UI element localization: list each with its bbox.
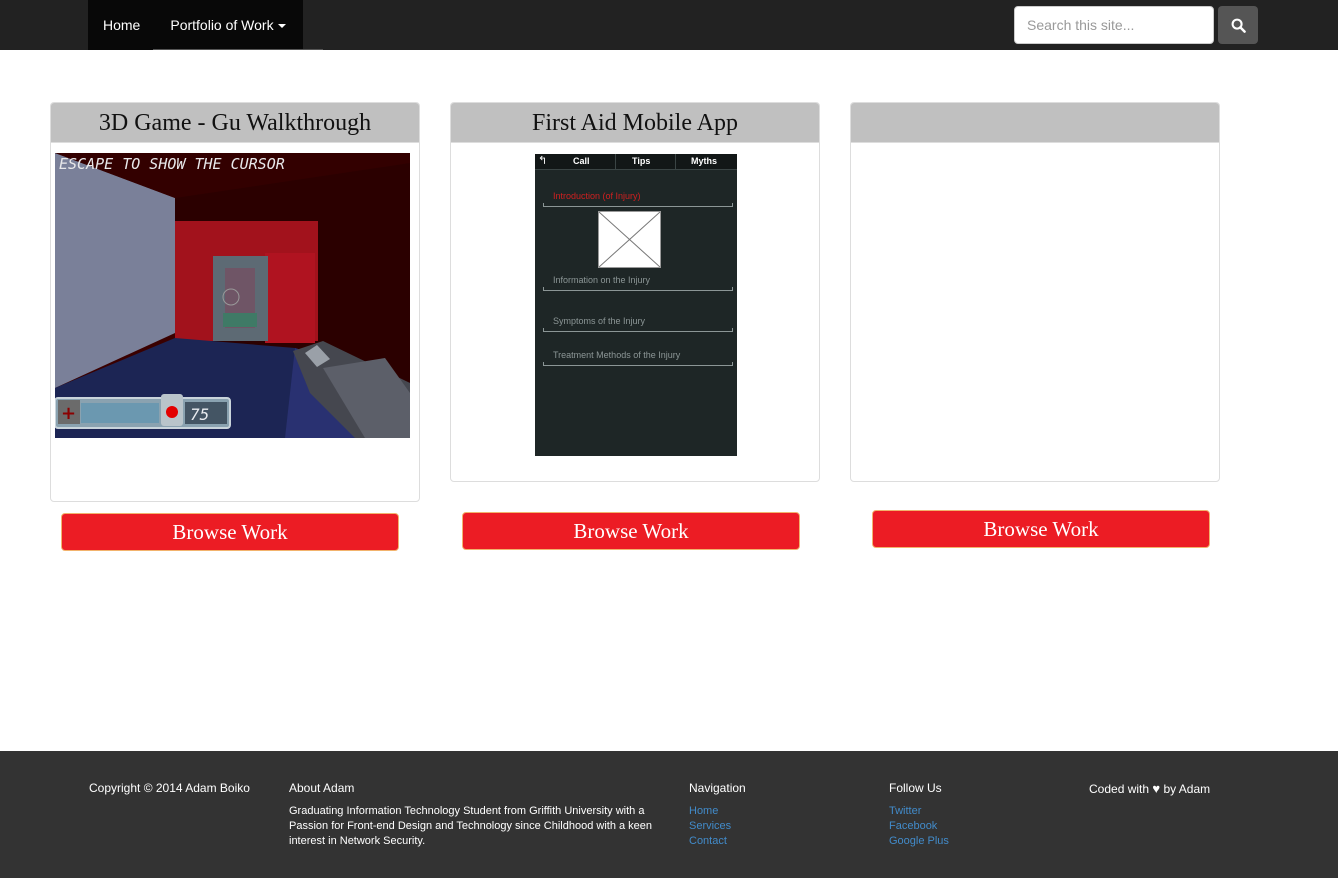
card-title: First Aid Mobile App [451, 103, 819, 143]
tab-divider [675, 154, 676, 170]
footer-link-twitter[interactable]: Twitter [889, 804, 949, 819]
app-section-label: Symptoms of the Injury [553, 316, 646, 326]
app-section-underline [543, 287, 733, 291]
browse-work-button[interactable]: Browse Work [872, 510, 1210, 548]
image-placeholder [598, 211, 661, 268]
tab-divider [615, 154, 616, 170]
search-icon [1231, 18, 1246, 33]
about-text: Graduating Information Technology Studen… [289, 805, 653, 847]
app-tab: Call [573, 156, 590, 166]
coded-suffix: by Adam [1163, 782, 1211, 796]
game-overlay-text: ESCAPE TO SHOW THE CURSOR [59, 155, 285, 173]
app-screenshot: ↰ Call Tips Myths Introduction (of Injur… [535, 154, 737, 456]
site-footer: Copyright © 2014 Adam Boiko About Adam G… [0, 751, 1338, 878]
footer-link-home[interactable]: Home [689, 804, 731, 819]
footer-nav-list: Home Services Contact [689, 804, 731, 849]
app-section-label: Introduction (of Injury) [553, 191, 641, 201]
search-button[interactable] [1218, 6, 1258, 44]
app-section-label: Treatment Methods of the Injury [553, 350, 681, 360]
browse-work-button[interactable]: Browse Work [61, 513, 399, 551]
app-tab: Myths [691, 156, 718, 166]
top-navbar: Home Portfolio of Work [0, 0, 1338, 50]
about-title: About Adam [289, 781, 355, 795]
app-section-underline [543, 362, 733, 366]
app-tab: Tips [632, 156, 651, 166]
nav-menu: Home Portfolio of Work [88, 0, 303, 50]
card-title: 3D Game - Gu Walkthrough [51, 103, 419, 143]
nav-portfolio-dropdown[interactable]: Portfolio of Work [155, 0, 300, 50]
coded-with-text: Coded with ♥ by Adam [1089, 781, 1210, 796]
portfolio-card-empty [850, 102, 1220, 482]
nav-home-label: Home [103, 17, 141, 33]
app-section-underline [543, 203, 733, 207]
navigation-title: Navigation [689, 781, 746, 795]
search-input[interactable] [1014, 6, 1214, 44]
nav-portfolio-label: Portfolio of Work [170, 17, 274, 33]
game-ammo-counter: 75 [190, 405, 209, 424]
follow-title: Follow Us [889, 781, 942, 795]
app-section-underline [543, 328, 733, 332]
nav-home-link[interactable]: Home [88, 0, 155, 50]
footer-link-services[interactable]: Services [689, 819, 731, 834]
portfolio-card-first-aid: First Aid Mobile App ↰ Call Tips Myths I… [450, 102, 820, 482]
footer-link-facebook[interactable]: Facebook [889, 819, 949, 834]
social-links-list: Twitter Facebook Google Plus [889, 804, 949, 849]
nav-divider [153, 49, 323, 50]
coded-prefix: Coded with [1089, 782, 1150, 796]
footer-link-google-plus[interactable]: Google Plus [889, 834, 949, 849]
caret-down-icon [277, 24, 286, 29]
app-section-label: Information on the Injury [553, 275, 651, 285]
heart-icon: ♥ [1152, 781, 1161, 796]
svg-text:+: + [61, 403, 76, 424]
back-arrow-icon: ↰ [538, 154, 548, 167]
portfolio-card-game: 3D Game - Gu Walkthrough ESCAPE TO SHOW … [50, 102, 420, 502]
card-title [851, 103, 1219, 143]
browse-work-button[interactable]: Browse Work [462, 512, 800, 550]
copyright-text: Copyright © 2014 Adam Boiko [89, 781, 250, 795]
game-screenshot: ESCAPE TO SHOW THE CURSOR + 75 [55, 153, 410, 438]
footer-link-contact[interactable]: Contact [689, 834, 731, 849]
